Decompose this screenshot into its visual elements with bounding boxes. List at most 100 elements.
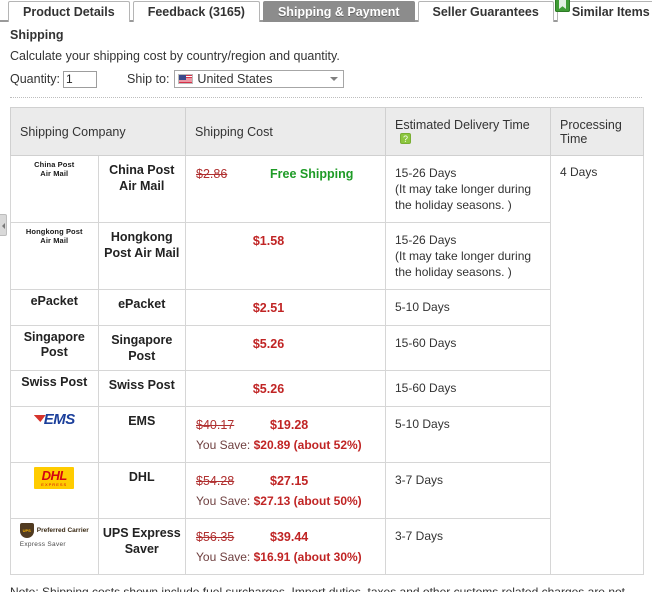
- carrier-name: EMS: [97, 406, 186, 463]
- shipping-cost-cell: $2.51: [185, 289, 386, 326]
- quantity-label: Quantity:: [10, 72, 61, 86]
- logo-line-2: Post: [40, 345, 68, 359]
- shipping-table: Shipping Company Shipping Cost Estimated…: [10, 107, 644, 575]
- tab-feedback[interactable]: Feedback (3165): [132, 1, 260, 22]
- eta-main: 15-26 Days: [395, 166, 457, 180]
- you-save-amount: $16.91 (about 30%): [253, 550, 362, 564]
- delivery-time-cell: 3-7 Days: [385, 518, 551, 575]
- carrier-logo-swiss-post: Swiss Post: [10, 370, 99, 407]
- original-price: $40.17: [196, 418, 235, 432]
- eta-note: (It may take longer during the holiday s…: [395, 182, 532, 212]
- carrier-name: DHL: [97, 462, 186, 519]
- tab-product-details[interactable]: Product Details: [8, 1, 130, 22]
- carrier-logo-hongkong-post: Hongkong Post Air Mail: [10, 222, 99, 290]
- carrier-logo-singapore-post: Singapore Post: [10, 325, 99, 371]
- shipping-cost-cell: $54.28 $27.15 You Save: $27.13 (about 50…: [185, 462, 386, 519]
- price: $5.26: [252, 382, 285, 396]
- price: $5.26: [252, 337, 285, 351]
- section-description: Calculate your shipping cost by country/…: [10, 49, 340, 63]
- shipping-cost-cell: $5.26: [185, 325, 386, 371]
- eta-note: (It may take longer during the holiday s…: [395, 249, 532, 279]
- tab-shipping-payment[interactable]: Shipping & Payment: [262, 1, 415, 22]
- eta-main: 15-60 Days: [395, 336, 457, 350]
- table-row: EMS EMS $40.17 $19.28 You Save: $20.89 (…: [10, 406, 644, 463]
- col-shipping-company: Shipping Company: [10, 107, 186, 156]
- carrier-name: China Post Air Mail: [97, 155, 186, 223]
- table-row: DHL EXPRESS DHL $54.28 $27.15 You Save: …: [10, 462, 644, 519]
- ups-preferred-carrier-label: Preferred Carrier: [36, 526, 89, 534]
- eta-main: 3-7 Days: [395, 473, 444, 487]
- delivery-time-cell: 15-60 Days: [385, 325, 551, 371]
- col-eta-label: Estimated Delivery Time: [395, 117, 530, 132]
- shipping-cost-cell: $56.35 $39.44 You Save: $16.91 (about 30…: [185, 518, 386, 575]
- original-price: $54.28: [196, 474, 235, 488]
- eta-main: 5-10 Days: [395, 417, 450, 431]
- you-save-line: You Save: $20.89 (about 52%): [196, 436, 375, 454]
- free-shipping-label: Free Shipping: [270, 167, 354, 181]
- new-badge-icon: [555, 0, 570, 12]
- eta-main: 3-7 Days: [395, 529, 444, 543]
- carrier-logo-ups: Preferred Carrier Express Saver: [10, 518, 99, 575]
- delivery-time-cell: 15-60 Days: [385, 370, 551, 407]
- table-row: Hongkong Post Air Mail Hongkong Post Air…: [10, 222, 644, 290]
- logo-line-1: ePacket: [30, 294, 78, 308]
- ups-service-label: Express Saver: [19, 541, 66, 548]
- ship-to-select[interactable]: United States: [174, 70, 345, 88]
- ups-shield-icon: [19, 523, 34, 538]
- delivery-time-cell: 15-26 Days (It may take longer during th…: [385, 222, 551, 290]
- carrier-logo-ems: EMS: [10, 406, 99, 463]
- shipping-note: Note: Shipping costs shown include fuel …: [10, 585, 625, 592]
- you-save-prefix: You Save:: [196, 494, 251, 508]
- dhl-wordmark: DHL: [41, 468, 68, 483]
- carrier-name: Hongkong Post Air Mail: [97, 222, 186, 290]
- table-body: China Post Air Mail China Post Air Mail …: [10, 155, 644, 575]
- carrier-name: Singapore Post: [97, 325, 186, 371]
- table-header-row: Shipping Company Shipping Cost Estimated…: [10, 107, 644, 156]
- quantity-input[interactable]: [63, 70, 98, 88]
- page-title: Shipping: [10, 28, 64, 42]
- ems-logo-icon: EMS: [34, 411, 76, 428]
- logo-line-1: Singapore: [23, 330, 85, 344]
- tab-similar-items[interactable]: Similar Items: [556, 1, 652, 22]
- shipping-cost-cell: $2.86 Free Shipping: [185, 155, 386, 223]
- table-row: Preferred Carrier Express Saver UPS Expr…: [10, 518, 644, 575]
- delivery-time-cell: 5-10 Days: [385, 406, 551, 463]
- eta-main: 5-10 Days: [395, 300, 450, 314]
- shipping-calculator: Quantity: Ship to: United States: [0, 63, 652, 88]
- table-row: Singapore Post Singapore Post $5.26 15-6…: [10, 325, 644, 371]
- original-price: $2.86: [196, 167, 228, 181]
- you-save-amount: $27.13 (about 50%): [253, 494, 362, 508]
- delivery-time-cell: 3-7 Days: [385, 462, 551, 519]
- dhl-logo-icon: DHL EXPRESS: [34, 467, 75, 489]
- sidebar-collapse-handle[interactable]: [0, 214, 7, 236]
- carrier-logo-epacket: ePacket: [10, 289, 99, 326]
- you-save-line: You Save: $27.13 (about 50%): [196, 492, 375, 510]
- logo-line-1: China Post: [34, 160, 75, 169]
- table-row: China Post Air Mail China Post Air Mail …: [10, 155, 644, 575]
- delivery-time-cell: 5-10 Days: [385, 289, 551, 326]
- shipping-cost-cell: $5.26: [185, 370, 386, 407]
- us-flag-icon: [178, 74, 194, 84]
- price: $27.15: [270, 474, 309, 488]
- dhl-subtext: EXPRESS: [41, 482, 68, 487]
- carrier-logo-china-post: China Post Air Mail: [10, 155, 99, 223]
- tab-seller-guarantees[interactable]: Seller Guarantees: [417, 1, 554, 22]
- col-processing-time: Processing Time: [550, 107, 644, 156]
- ups-logo-icon: Preferred Carrier Express Saver: [19, 523, 89, 549]
- carrier-name: Swiss Post: [97, 370, 186, 407]
- logo-line-2: Air Mail: [40, 169, 69, 178]
- ship-to-value: United States: [197, 72, 273, 86]
- table-row: Swiss Post Swiss Post $5.26 15-60 Days: [10, 370, 644, 407]
- logo-line-1: Swiss Post: [21, 375, 88, 389]
- eta-main: 15-26 Days: [395, 233, 457, 247]
- col-estimated-delivery-time: Estimated Delivery Time?: [385, 107, 551, 156]
- original-price: $56.35: [196, 530, 235, 544]
- help-icon[interactable]: ?: [400, 132, 411, 144]
- delivery-time-cell: 15-26 Days (It may take longer during th…: [385, 155, 551, 223]
- price: $2.51: [252, 301, 285, 315]
- price: $1.58: [252, 234, 285, 248]
- price: $39.44: [270, 530, 309, 544]
- price: $19.28: [270, 418, 309, 432]
- col-shipping-cost: Shipping Cost: [185, 107, 386, 156]
- you-save-line: You Save: $16.91 (about 30%): [196, 548, 375, 566]
